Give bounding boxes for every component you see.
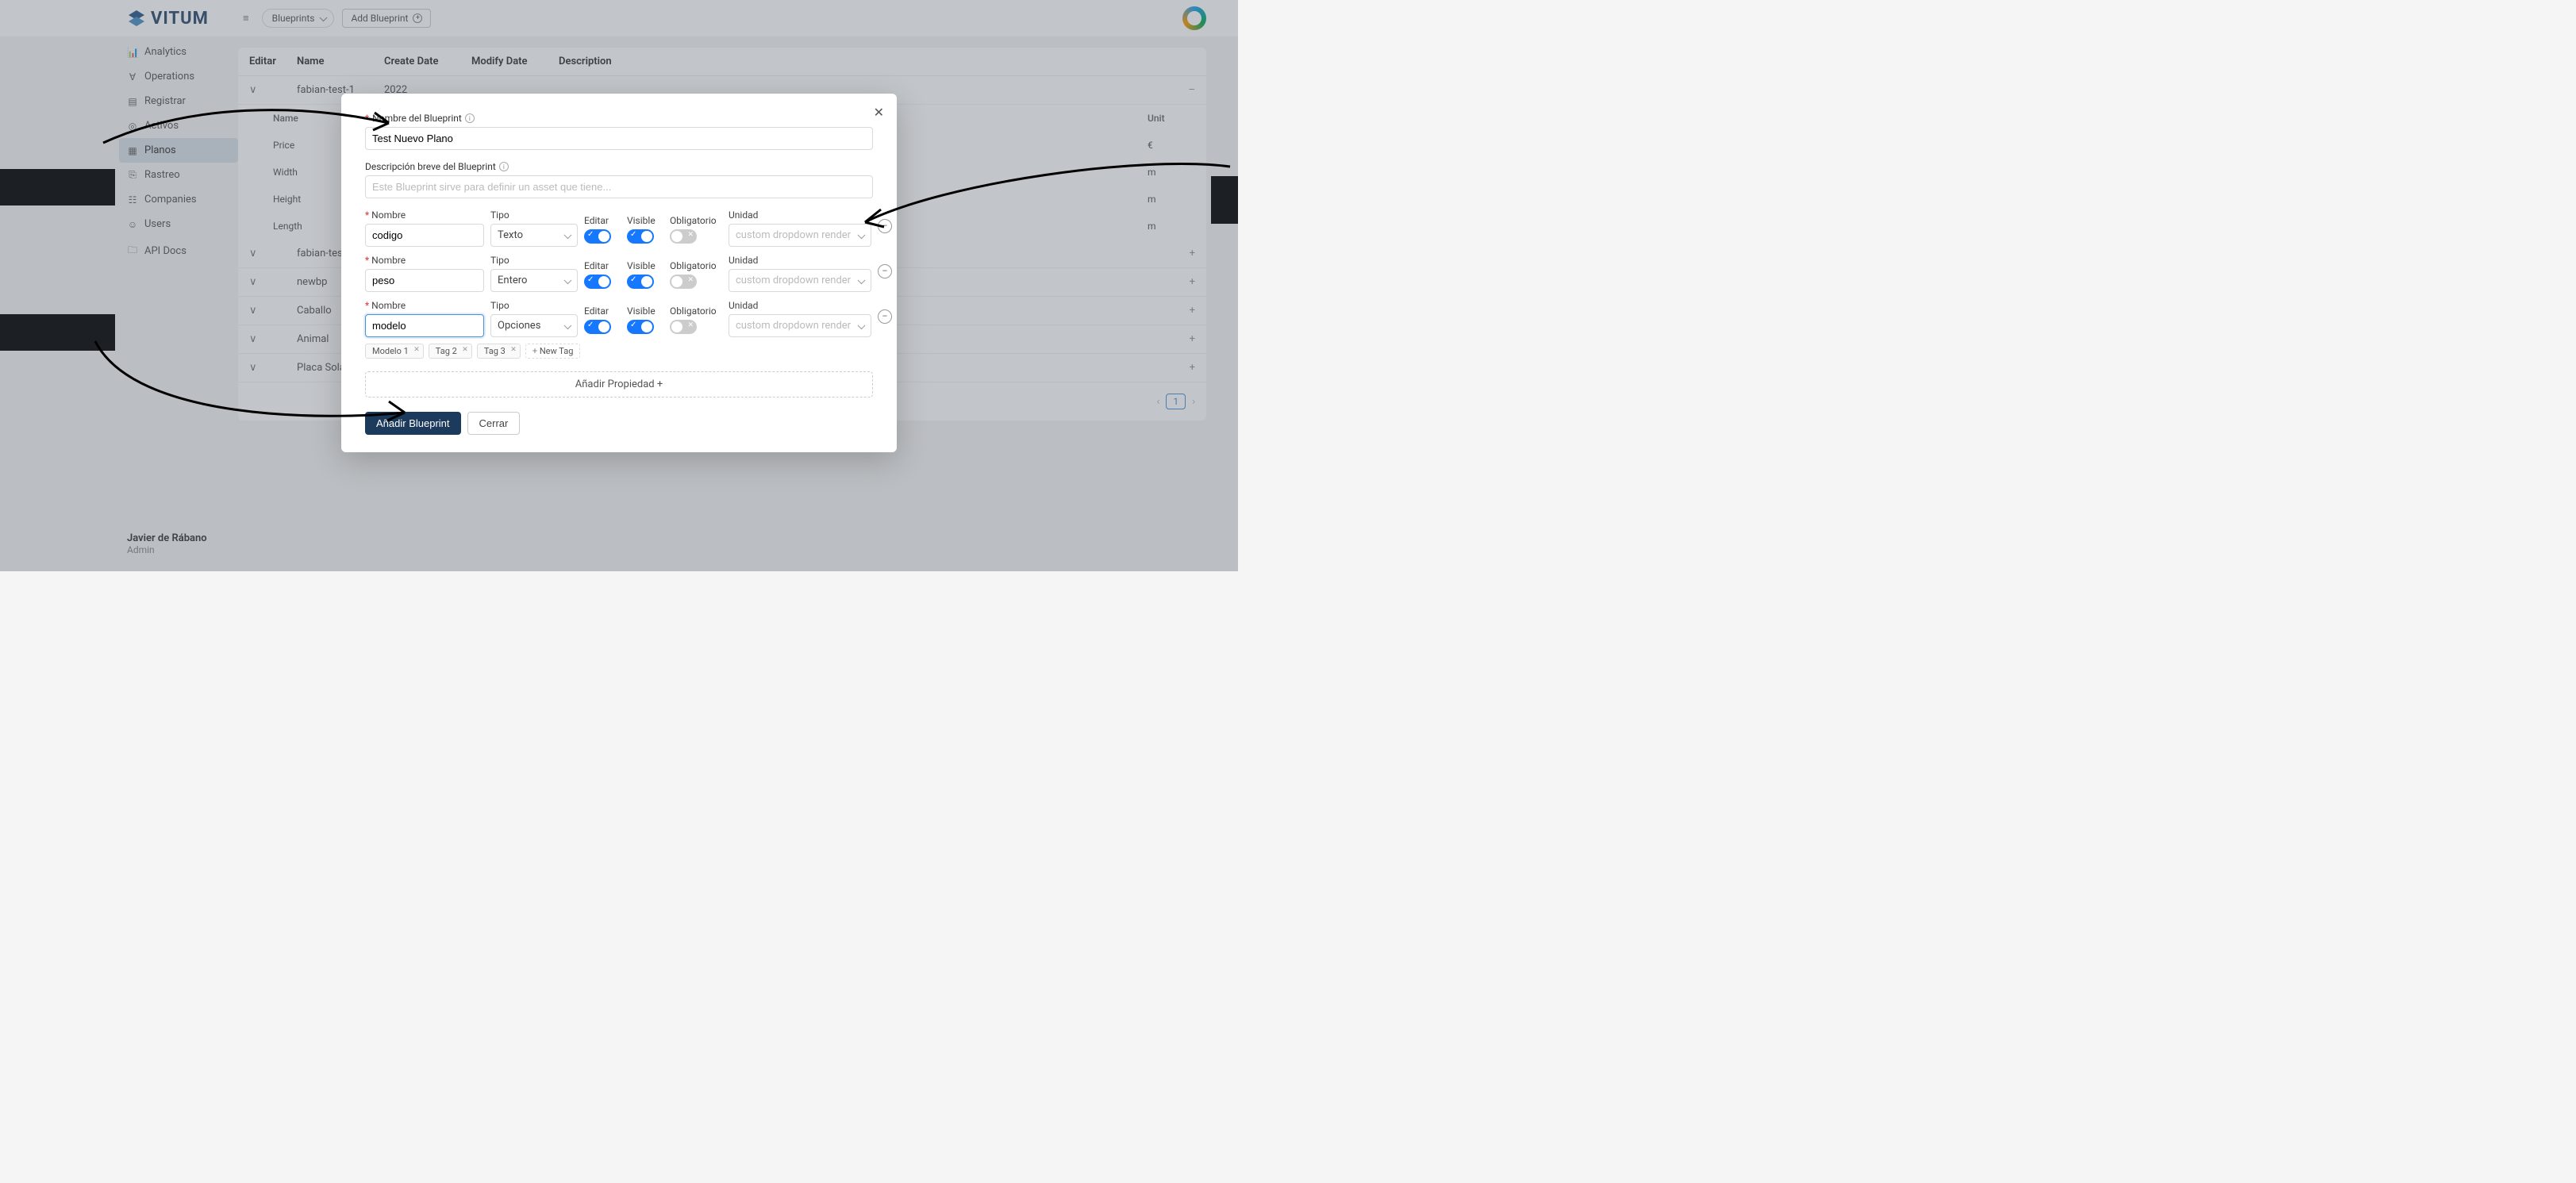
mandatory-toggle[interactable] [670,320,697,334]
blueprint-name-input[interactable] [365,127,873,150]
unit-select[interactable]: custom dropdown render [729,224,871,247]
field-label: * Nombre del Blueprint i [365,113,873,124]
option-tag[interactable]: Tag 2 [429,344,472,359]
mandatory-toggle[interactable] [670,275,697,289]
property-name-input[interactable] [365,224,484,247]
close-icon[interactable]: ✕ [874,105,884,121]
visible-toggle[interactable] [627,275,654,289]
submit-blueprint-button[interactable]: Añadir Blueprint [365,412,461,435]
new-tag-button[interactable]: New Tag [525,344,581,359]
edit-toggle[interactable] [584,320,611,334]
property-row: *Nombre Tipo Texto Editar Visible Obliga… [365,209,873,247]
remove-property-icon[interactable]: – [878,219,892,233]
info-icon[interactable]: i [499,162,509,171]
property-type-select[interactable]: Opciones [490,314,578,337]
visible-toggle[interactable] [627,229,654,244]
property-name-input[interactable] [365,314,484,337]
blueprint-modal: ✕ * Nombre del Blueprint i Descripción b… [341,94,897,452]
mandatory-toggle[interactable] [670,229,697,244]
blueprint-description-input[interactable] [365,175,873,198]
property-row: *Nombre Tipo Entero Editar Visible Oblig… [365,255,873,292]
close-button[interactable]: Cerrar [467,412,521,435]
option-tags: Modelo 1 Tag 2 Tag 3 New Tag [365,344,873,359]
remove-property-icon[interactable]: – [878,309,892,324]
property-type-select[interactable]: Texto [490,224,578,247]
unit-select[interactable]: custom dropdown render [729,269,871,292]
option-tag[interactable]: Tag 3 [477,344,521,359]
edit-toggle[interactable] [584,275,611,289]
unit-select[interactable]: custom dropdown render [729,314,871,337]
property-row: *Nombre Tipo Opciones Editar Visible Obl… [365,300,873,337]
field-label: Descripción breve del Blueprint i [365,161,873,172]
option-tag[interactable]: Modelo 1 [365,344,424,359]
edit-toggle[interactable] [584,229,611,244]
property-type-select[interactable]: Entero [490,269,578,292]
info-icon[interactable]: i [465,113,475,123]
remove-property-icon[interactable]: – [878,264,892,278]
property-name-input[interactable] [365,269,484,292]
visible-toggle[interactable] [627,320,654,334]
add-property-button[interactable]: Añadir Propiedad + [365,371,873,398]
plus-icon: + [657,378,663,390]
